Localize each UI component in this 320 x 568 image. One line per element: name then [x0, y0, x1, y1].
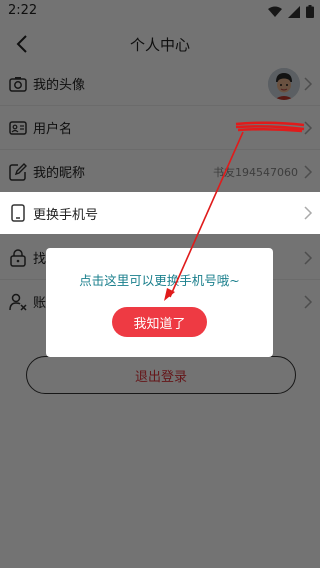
logout-button[interactable]: 退出登录 [26, 356, 296, 394]
row-username[interactable]: 用户名 [0, 106, 320, 149]
wifi-icon [268, 6, 282, 17]
title-bar: 个人中心 [0, 24, 320, 64]
status-bar: 2:22 [0, 0, 320, 24]
chevron-right-icon [304, 250, 313, 265]
camera-icon [9, 75, 27, 93]
user-remove-icon [9, 293, 27, 311]
avatar [268, 68, 300, 100]
edit-icon [9, 162, 27, 181]
chevron-right-icon [304, 76, 313, 91]
row-nickname-value: 书友194547060 [213, 165, 298, 179]
lock-icon [9, 248, 27, 267]
status-time: 2:22 [8, 3, 38, 18]
row-nickname[interactable]: 我的昵称 书友194547060 [0, 150, 320, 193]
row-nickname-label: 我的昵称 [33, 166, 86, 181]
chevron-right-icon [304, 164, 313, 179]
chevron-right-icon [304, 120, 313, 135]
got-it-button[interactable]: 我知道了 [112, 307, 207, 337]
page-title: 个人中心 [129, 36, 190, 54]
status-icons [268, 5, 314, 18]
battery-icon [306, 5, 314, 18]
chevron-right-icon [304, 294, 313, 309]
row-avatar-label: 我的头像 [33, 78, 86, 93]
id-card-icon [9, 119, 27, 137]
row-username-label: 用户名 [33, 122, 73, 137]
row-change-phone[interactable]: 更换手机号 [0, 192, 320, 234]
row-change-phone-label: 更换手机号 [33, 207, 99, 223]
guide-dialog: 点击这里可以更换手机号哦~ 我知道了 [46, 248, 273, 357]
chevron-right-icon [304, 206, 313, 220]
phone-icon [9, 204, 27, 222]
dialog-message: 点击这里可以更换手机号哦~ [79, 273, 240, 288]
signal-icon [288, 5, 300, 18]
row-avatar[interactable]: 我的头像 [0, 62, 320, 105]
